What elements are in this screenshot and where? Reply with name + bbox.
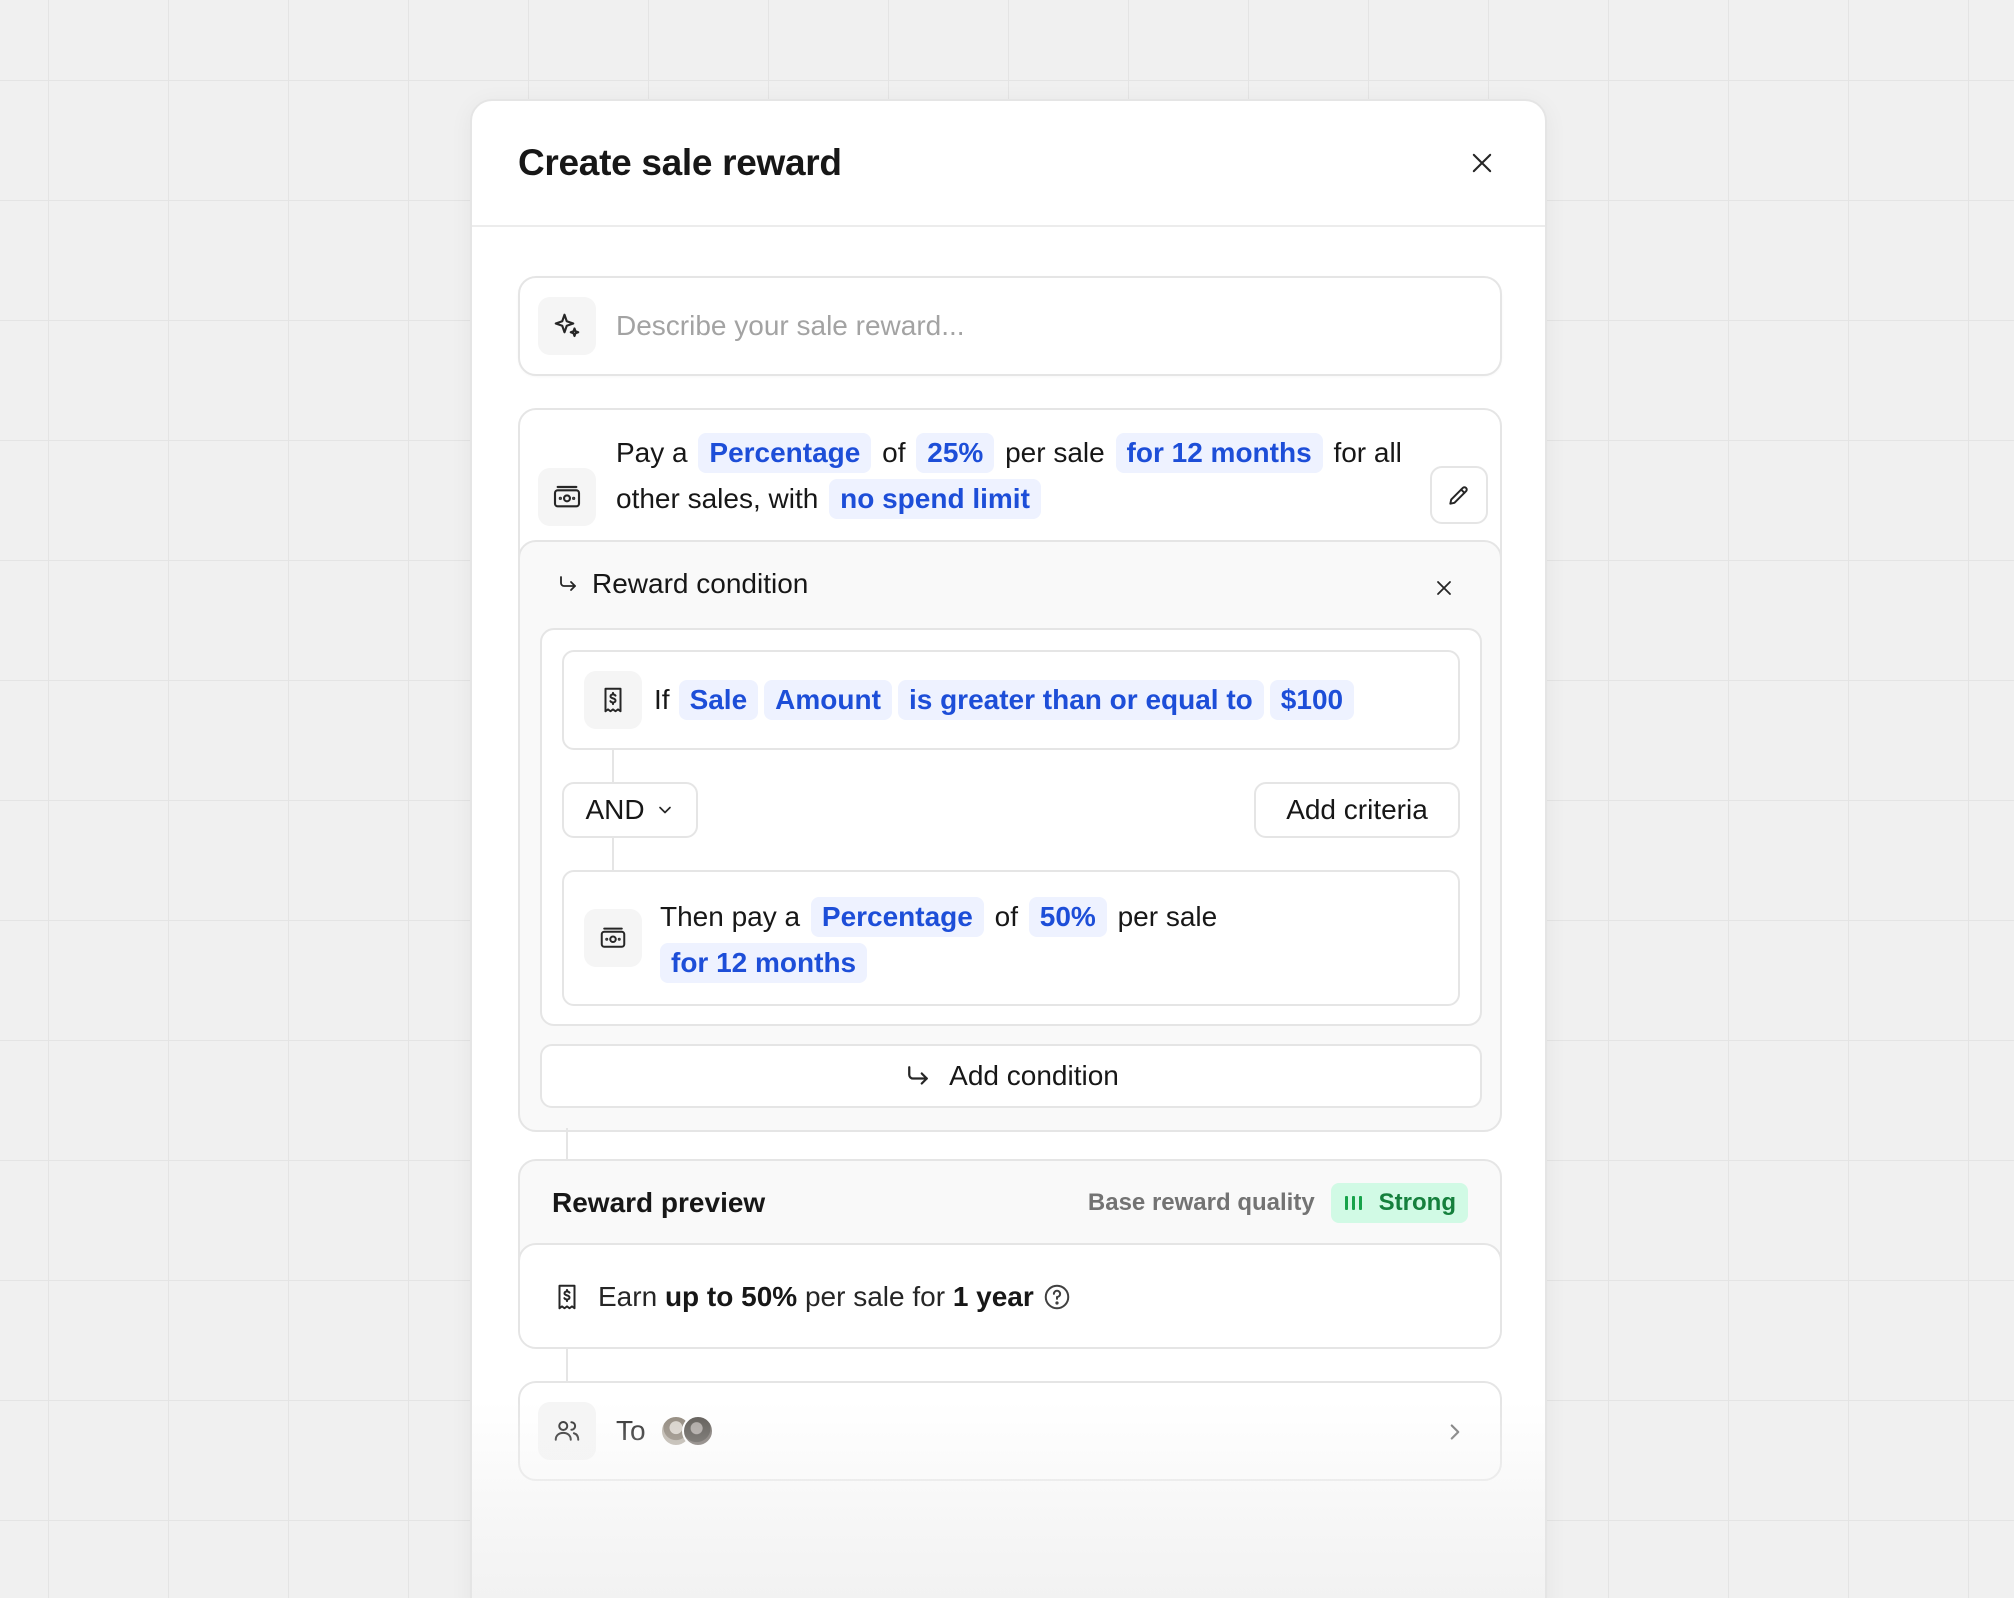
- quality-value: Strong: [1378, 1189, 1456, 1216]
- add-condition-button[interactable]: Add condition: [540, 1044, 1482, 1108]
- corner-arrow-icon: [908, 1066, 929, 1085]
- then-amount-pill[interactable]: 50%: [1028, 897, 1107, 937]
- then-of: of: [994, 901, 1018, 932]
- reward-type-pill[interactable]: Percentage: [698, 433, 872, 473]
- remove-condition-button[interactable]: [1426, 570, 1462, 606]
- quality-badge: Strong: [1330, 1183, 1468, 1223]
- then-sentence: Then pay a Percentage of 50% per sale fo…: [660, 894, 1220, 986]
- signal-bars-icon: [1344, 1196, 1362, 1210]
- reward-duration-pill[interactable]: for 12 months: [1115, 433, 1323, 473]
- criteria-value-pill[interactable]: $100: [1269, 680, 1355, 720]
- describe-reward-input[interactable]: [616, 310, 1476, 342]
- receipt-dollar-icon: [584, 671, 642, 729]
- sparkle-icon: [538, 297, 596, 355]
- criteria-operator-pill[interactable]: is greater than or equal to: [897, 680, 1264, 720]
- help-circle-icon[interactable]: [1042, 1282, 1072, 1312]
- money-icon: [584, 909, 642, 967]
- describe-reward-field[interactable]: [518, 276, 1502, 376]
- criteria-connector: [612, 838, 614, 870]
- if-label: If: [654, 684, 670, 715]
- logic-operator-value: AND: [585, 794, 645, 825]
- criteria-entity-pill[interactable]: Sale: [678, 680, 759, 720]
- recipients-card[interactable]: To: [518, 1381, 1502, 1481]
- money-icon: [538, 468, 596, 526]
- reward-limit-pill[interactable]: no spend limit: [829, 479, 1041, 519]
- then-type-pill[interactable]: Percentage: [810, 897, 984, 937]
- reward-of: of: [882, 437, 906, 468]
- reward-per-sale: per sale: [1005, 437, 1105, 468]
- preview-upto: up to 50%: [664, 1281, 798, 1312]
- then-prefix: Then pay a: [660, 901, 801, 932]
- preview-period: 1 year: [952, 1281, 1034, 1312]
- chevron-right-icon: [1450, 1424, 1460, 1440]
- if-criteria-row: If Sale Amount is greater than or equal …: [562, 650, 1460, 750]
- criteria-attribute-pill[interactable]: Amount: [764, 680, 892, 720]
- reward-prefix: Pay a: [616, 437, 688, 468]
- edit-reward-button[interactable]: [1430, 466, 1488, 524]
- create-sale-reward-modal: Create sale reward Describe your sale re…: [470, 99, 1547, 1598]
- add-criteria-button[interactable]: Add criteria: [1254, 782, 1460, 838]
- preview-earn: Earn: [598, 1281, 658, 1312]
- reward-card: Pay a Percentage of 25% per sale for 12 …: [518, 408, 1502, 1132]
- recipients-label: To: [616, 1415, 646, 1446]
- close-modal-button[interactable]: [1457, 138, 1507, 188]
- avatar: [681, 1415, 714, 1447]
- reward-preview-card: Reward preview Base reward quality Stron…: [518, 1159, 1502, 1349]
- section-connector: [566, 1128, 568, 1159]
- users-icon: [538, 1402, 596, 1460]
- close-icon: [1472, 153, 1492, 173]
- corner-arrow-icon: [560, 576, 576, 591]
- reward-sentence: Pay a Percentage of 25% per sale for 12 …: [616, 430, 1406, 522]
- modal-header: Create sale reward: [472, 101, 1545, 227]
- logic-operator-select[interactable]: AND: [562, 782, 698, 838]
- then-duration-pill[interactable]: for 12 months: [660, 943, 868, 983]
- close-icon: [1437, 581, 1451, 595]
- reward-amount-pill[interactable]: 25%: [916, 433, 995, 473]
- reward-quality: Base reward quality Strong: [1088, 1183, 1468, 1223]
- condition-group: If Sale Amount is greater than or equal …: [540, 628, 1482, 1026]
- condition-title: Reward condition: [592, 568, 809, 599]
- then-reward-row: Then pay a Percentage of 50% per sale fo…: [562, 870, 1460, 1006]
- receipt-dollar-icon: [558, 1284, 576, 1310]
- condition-header: Reward condition: [556, 568, 808, 600]
- preview-per-sale-for: per sale for: [804, 1281, 946, 1312]
- recipient-avatars: [659, 1415, 714, 1447]
- add-condition-label: Add condition: [949, 1060, 1119, 1091]
- preview-summary: Earn up to 50% per sale for 1 year: [520, 1243, 1500, 1347]
- chevron-down-icon: [658, 806, 671, 814]
- reward-summary: Pay a Percentage of 25% per sale for 12 …: [538, 430, 1488, 542]
- preview-header: Reward preview Base reward quality Stron…: [552, 1183, 1468, 1223]
- then-per-sale: per sale: [1117, 901, 1218, 932]
- modal-title: Create sale reward: [518, 142, 842, 183]
- reward-condition-panel: Reward condition If Sale Amount is great…: [518, 540, 1502, 1132]
- criteria-connector: [612, 750, 614, 782]
- section-connector: [566, 1349, 568, 1381]
- pencil-icon: [1449, 486, 1468, 505]
- preview-title: Reward preview: [552, 1187, 766, 1218]
- quality-label: Base reward quality: [1087, 1189, 1315, 1216]
